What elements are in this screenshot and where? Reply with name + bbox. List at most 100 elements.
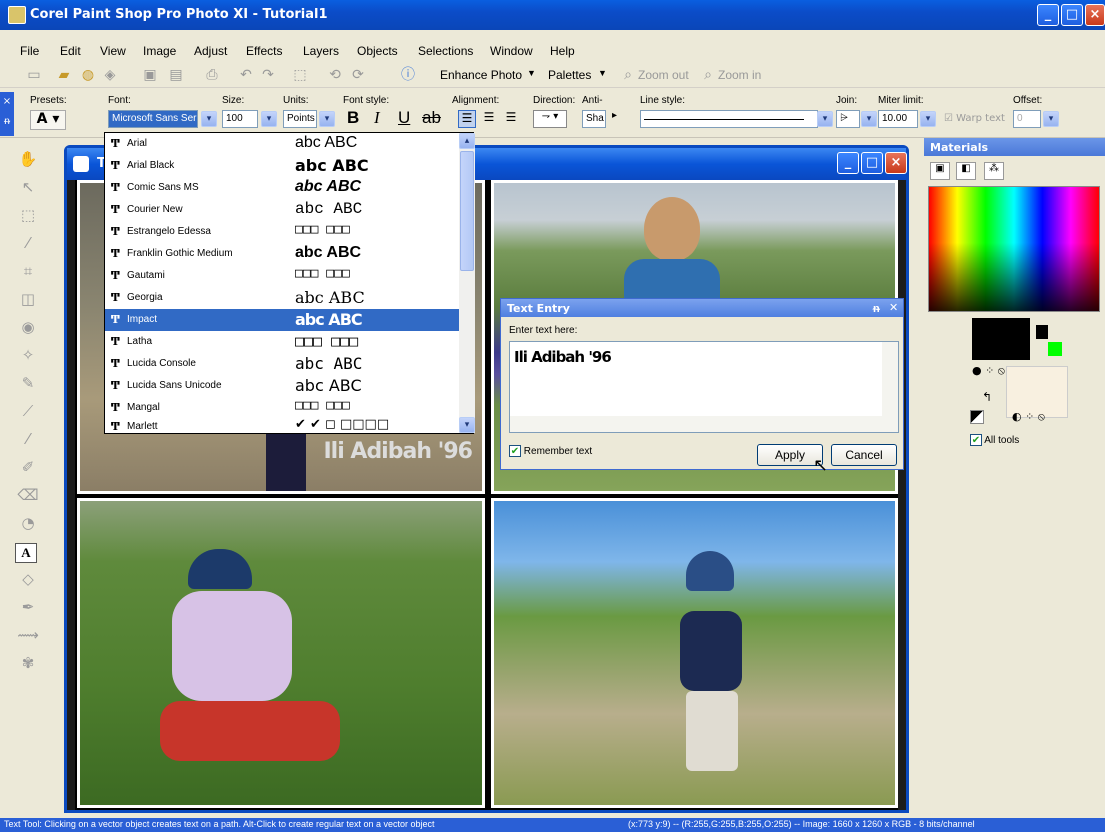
- menu-edit[interactable]: Edit: [60, 44, 81, 58]
- rotate-left-icon[interactable]: ⟲: [325, 65, 345, 85]
- font-item[interactable]: Ͳ Marlett ✔ ✔ ◻ □□□□: [105, 416, 459, 434]
- units-field[interactable]: Points: [283, 110, 317, 128]
- underline-icon[interactable]: U: [398, 108, 410, 128]
- text-entry-hscrollbar[interactable]: [510, 416, 898, 432]
- airbrush-icon[interactable]: ✐: [15, 456, 41, 478]
- font-item[interactable]: Ͳ Lucida Sans Unicode abc ABC: [105, 375, 459, 397]
- menu-selections[interactable]: Selections: [418, 44, 473, 58]
- text-tool-icon[interactable]: A: [15, 543, 37, 563]
- dialog-close-icon[interactable]: ✕: [889, 301, 898, 314]
- italic-icon[interactable]: I: [374, 108, 380, 128]
- direction-dropdown[interactable]: ⇁ ▾: [533, 110, 567, 128]
- warp-text-checkbox[interactable]: ☑ Warp text: [944, 113, 1005, 124]
- text-entry-scrollbar[interactable]: [882, 342, 898, 416]
- font-item[interactable]: Ͳ Arial abc ABC: [105, 133, 459, 155]
- background-small-swatch[interactable]: [1048, 342, 1062, 356]
- offset-dropdown-button[interactable]: ▾: [1043, 111, 1059, 127]
- join-dropdown-button[interactable]: ▾: [861, 111, 877, 127]
- close-button[interactable]: ×: [1085, 4, 1105, 26]
- scroll-thumb[interactable]: [460, 151, 474, 271]
- font-item[interactable]: Ͳ Lucida Console abc ABC: [105, 353, 459, 375]
- swatches-tab-icon[interactable]: ⁂: [984, 162, 1004, 180]
- open-folder-icon[interactable]: ▰: [54, 65, 74, 85]
- scroll-up-icon[interactable]: ▴: [459, 133, 475, 149]
- menu-objects[interactable]: Objects: [357, 44, 398, 58]
- selection-tool-icon[interactable]: ⬚: [15, 204, 41, 226]
- cancel-button[interactable]: Cancel: [831, 444, 897, 466]
- save-as-icon[interactable]: ▤: [166, 65, 186, 85]
- font-dropdown-button[interactable]: ▾: [201, 111, 217, 127]
- font-item[interactable]: Ͳ Arial Black abc ABC: [105, 155, 459, 177]
- warp-brush-icon[interactable]: ⟿: [15, 624, 41, 646]
- bg-style-icons[interactable]: ◐ ⁘ ⦸: [1012, 410, 1045, 424]
- font-item[interactable]: Ͳ Courier New abc ABC: [105, 199, 459, 221]
- paint-brush-icon[interactable]: ⁄: [15, 428, 41, 450]
- makeover-tool-icon[interactable]: ✧: [15, 344, 41, 366]
- foreground-swatch[interactable]: [972, 318, 1030, 360]
- straighten-tool-icon[interactable]: ◫: [15, 288, 41, 310]
- save-icon[interactable]: ▣: [140, 65, 160, 85]
- pin-icon[interactable]: ᵰ: [873, 302, 880, 315]
- font-item[interactable]: Ͳ Georgia abc ABC: [105, 287, 459, 309]
- menu-window[interactable]: Window: [490, 44, 533, 58]
- redo-icon[interactable]: ↷: [258, 65, 278, 85]
- oil-brush-icon[interactable]: ✾: [15, 652, 41, 674]
- font-item[interactable]: Ͳ Estrangelo Edessa □□□ □□□: [105, 221, 459, 243]
- all-tools-checkbox[interactable]: ✔ All tools: [970, 434, 1019, 446]
- new-file-icon[interactable]: ▭: [24, 65, 44, 85]
- pan-tool-icon[interactable]: ✋: [15, 148, 41, 170]
- menu-view[interactable]: View: [100, 44, 126, 58]
- size-dropdown-button[interactable]: ▾: [261, 111, 277, 127]
- font-item-selected[interactable]: Ͳ Impact abc ABC: [105, 309, 459, 331]
- flood-fill-icon[interactable]: ◔: [15, 512, 41, 534]
- info-icon[interactable]: ⓘ: [398, 65, 418, 85]
- palettes-button[interactable]: Palettes: [548, 68, 591, 82]
- dropper-tool-icon[interactable]: ⁄: [15, 232, 41, 254]
- text-entry-field[interactable]: Ili Adibah '96: [509, 341, 899, 433]
- zoom-out-icon[interactable]: ⌕: [618, 65, 638, 85]
- doc-minimize-button[interactable]: _: [837, 152, 859, 174]
- red-eye-tool-icon[interactable]: ◉: [15, 316, 41, 338]
- color-spectrum[interactable]: [928, 186, 1100, 312]
- anti-alias-field[interactable]: Sha: [582, 110, 606, 128]
- preset-shape-icon[interactable]: ◇: [15, 568, 41, 590]
- clone-tool-icon[interactable]: ✎: [15, 372, 41, 394]
- doc-close-button[interactable]: ×: [885, 152, 907, 174]
- more-options-icon[interactable]: ▸: [612, 110, 617, 121]
- join-field[interactable]: ⩥: [836, 110, 860, 128]
- font-item[interactable]: Ͳ Latha □□□ □□□: [105, 331, 459, 353]
- enhance-photo-button[interactable]: Enhance Photo: [440, 68, 522, 82]
- font-field[interactable]: Microsoft Sans Serif: [108, 110, 198, 128]
- miter-limit-field[interactable]: 10.00: [878, 110, 918, 128]
- menu-adjust[interactable]: Adjust: [194, 44, 227, 58]
- zoom-out-label[interactable]: Zoom out: [638, 68, 689, 82]
- browse-icon[interactable]: ◍: [78, 65, 98, 85]
- doc-maximize-button[interactable]: □: [861, 152, 883, 174]
- options-grip-icon[interactable]: × ᵰ: [0, 92, 14, 136]
- align-right-icon[interactable]: ☰: [502, 110, 520, 128]
- foreground-small-swatch[interactable]: [1036, 325, 1048, 339]
- scan-icon[interactable]: ◈: [100, 65, 120, 85]
- presets-button[interactable]: A ▾: [30, 110, 66, 130]
- crop-icon[interactable]: ⬚: [290, 65, 310, 85]
- bold-icon[interactable]: B: [347, 108, 359, 128]
- reset-colors-icon[interactable]: [970, 410, 984, 424]
- menu-image[interactable]: Image: [143, 44, 176, 58]
- font-item[interactable]: Ͳ Comic Sans MS abc ABC: [105, 177, 459, 199]
- crop-tool-icon[interactable]: ⌗: [15, 260, 41, 282]
- undo-icon[interactable]: ↶: [236, 65, 256, 85]
- align-center-icon[interactable]: ☰: [480, 110, 498, 128]
- rainbow-tab-icon[interactable]: ◧: [956, 162, 976, 180]
- remember-text-checkbox[interactable]: ✔ Remember text: [509, 445, 592, 457]
- menu-help[interactable]: Help: [550, 44, 575, 58]
- print-icon[interactable]: ⎙: [202, 65, 222, 85]
- font-list-scrollbar[interactable]: ▴ ▾: [459, 133, 475, 433]
- scratch-remover-icon[interactable]: ⟋: [15, 400, 41, 422]
- pen-tool-icon[interactable]: ✒: [15, 596, 41, 618]
- frame-tab-icon[interactable]: ▣: [930, 162, 950, 180]
- eraser-tool-icon[interactable]: ⌫: [15, 484, 41, 506]
- line-style-dropdown-button[interactable]: ▾: [817, 111, 833, 127]
- zoom-in-label[interactable]: Zoom in: [718, 68, 761, 82]
- align-left-icon[interactable]: ☰: [458, 110, 476, 128]
- zoom-in-icon[interactable]: ⌕: [698, 65, 718, 85]
